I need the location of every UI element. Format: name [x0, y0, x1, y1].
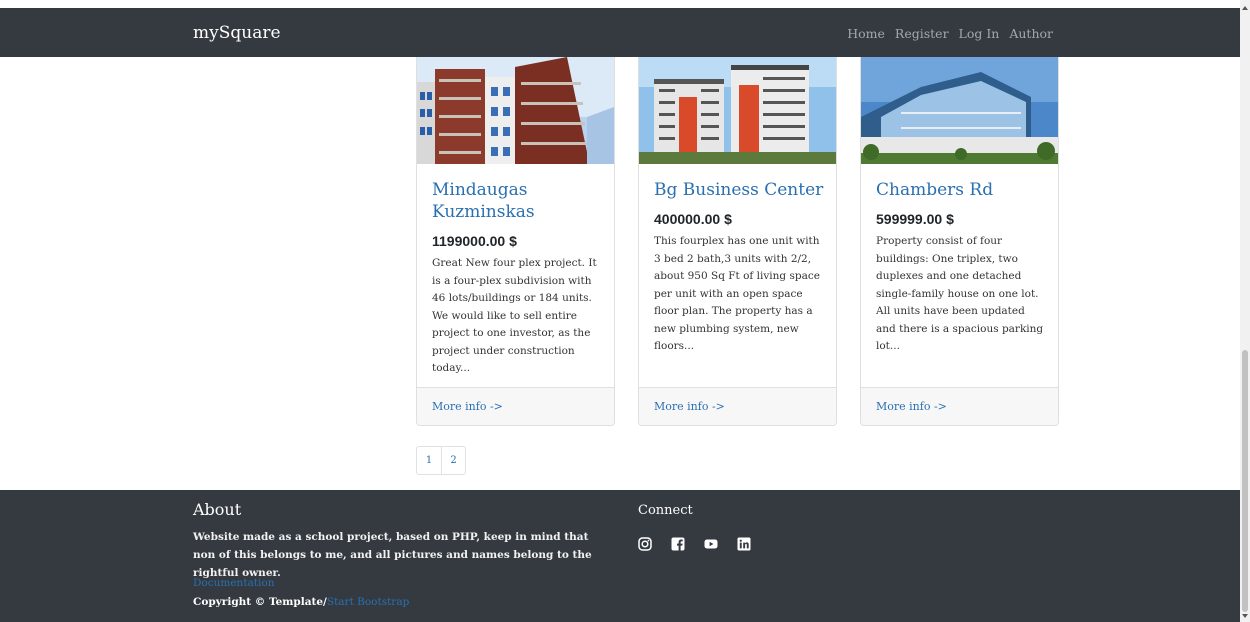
- listing-card: Mindaugas Kuzminskas 1199000.00 $ Great …: [416, 57, 615, 426]
- listing-card: Bg Business Center 400000.00 $ This four…: [638, 57, 837, 426]
- nav-link-home[interactable]: Home: [847, 26, 885, 41]
- scrollbar[interactable]: [1240, 0, 1250, 622]
- linkedin-icon[interactable]: [737, 537, 751, 551]
- top-strip: [0, 0, 1240, 8]
- card-footer: More info ->: [639, 387, 836, 425]
- about-text: Website made as a school project, based …: [193, 531, 592, 579]
- youtube-icon[interactable]: [704, 537, 718, 551]
- start-bootstrap-link[interactable]: Start Bootstrap: [327, 596, 409, 608]
- listing-image[interactable]: [417, 57, 614, 164]
- copyright-text: Copyright © Template/: [193, 596, 327, 608]
- card-footer: More info ->: [417, 387, 614, 425]
- listing-description: Great New four plex project. It is a fou…: [432, 257, 597, 374]
- card-body: Chambers Rd 599999.00 $ Property consist…: [876, 179, 1046, 356]
- nav-link-register[interactable]: Register: [895, 26, 949, 41]
- listing-image[interactable]: [639, 57, 836, 164]
- connect-title: Connect: [638, 503, 693, 518]
- scroll-thumb[interactable]: [1242, 350, 1248, 612]
- about-title: About: [193, 500, 242, 519]
- listing-card: Chambers Rd 599999.00 $ Property consist…: [860, 57, 1059, 426]
- card-body: Bg Business Center 400000.00 $ This four…: [654, 179, 824, 356]
- scroll-down-arrow-icon[interactable]: [1242, 614, 1248, 618]
- more-info-link[interactable]: More info ->: [876, 400, 947, 413]
- copyright: Copyright © Template/Start Bootstrap: [193, 596, 409, 608]
- page-link-2[interactable]: 2: [441, 447, 465, 474]
- card-footer: More info ->: [861, 387, 1058, 425]
- footer: About Website made as a school project, …: [0, 490, 1240, 622]
- nav-link-author[interactable]: Author: [1009, 26, 1053, 41]
- nav-links: Home Register Log In Author: [847, 26, 1053, 41]
- more-info-link[interactable]: More info ->: [432, 400, 503, 413]
- listing-image[interactable]: [861, 57, 1058, 164]
- pagination: 1 2: [416, 446, 466, 475]
- instagram-icon[interactable]: [638, 537, 652, 551]
- more-info-link[interactable]: More info ->: [654, 400, 725, 413]
- listing-title[interactable]: Mindaugas Kuzminskas: [432, 179, 602, 223]
- listing-title[interactable]: Bg Business Center: [654, 179, 824, 201]
- listing-price: 400000.00 $: [654, 211, 732, 227]
- brand-link[interactable]: mySquare: [193, 23, 281, 43]
- social-links: [638, 537, 751, 551]
- listing-price: 1199000.00 $: [432, 233, 517, 249]
- scroll-up-arrow-icon[interactable]: [1242, 6, 1248, 10]
- documentation-link[interactable]: Documentation: [193, 577, 274, 589]
- page-link-1[interactable]: 1: [417, 447, 441, 474]
- listing-description: Property consist of four buildings: One …: [876, 235, 1044, 352]
- nav-link-login[interactable]: Log In: [959, 26, 1000, 41]
- navbar: mySquare Home Register Log In Author: [0, 8, 1240, 57]
- listing-description: This fourplex has one unit with 3 bed 2 …: [654, 235, 820, 352]
- listing-title[interactable]: Chambers Rd: [876, 179, 1046, 201]
- card-body: Mindaugas Kuzminskas 1199000.00 $ Great …: [432, 179, 602, 378]
- listing-price: 599999.00 $: [876, 211, 954, 227]
- facebook-icon[interactable]: [671, 537, 685, 551]
